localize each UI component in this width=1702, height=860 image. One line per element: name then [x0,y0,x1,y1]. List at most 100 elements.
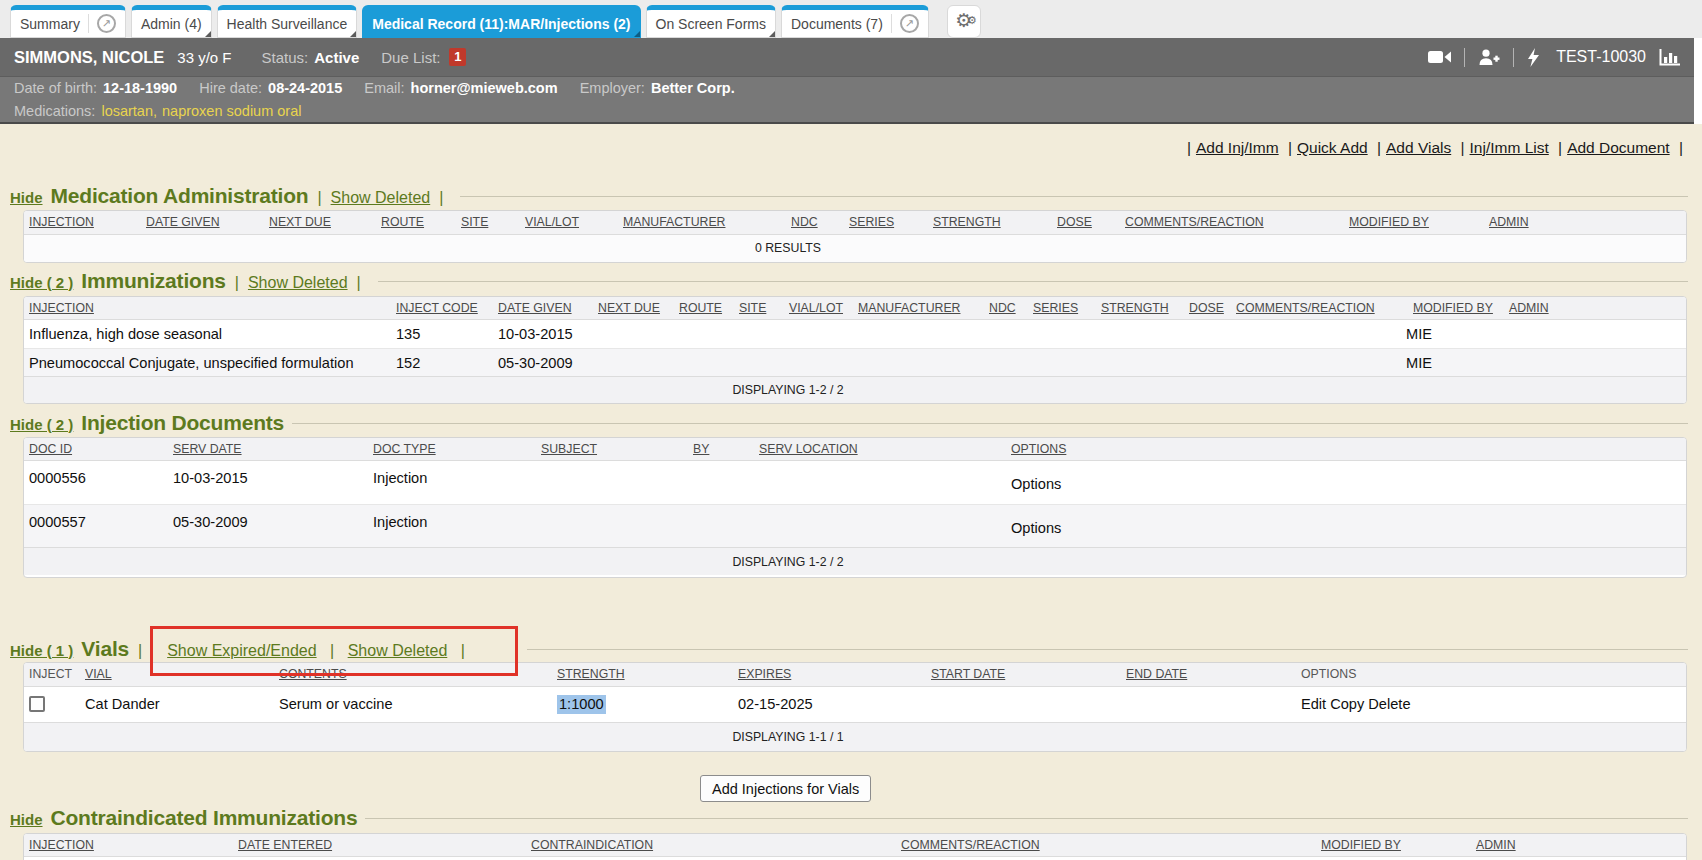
column-header[interactable]: ADMIN [1476,838,1516,852]
column-header[interactable]: INJECTION [29,215,94,229]
doc-id-cell: 0000556 [29,470,86,486]
add-document-link[interactable]: Add Document [1567,139,1670,156]
column-header[interactable]: COMMENTS/REACTION [1236,301,1375,315]
employer-value: Better Corp. [651,80,735,96]
column-header[interactable]: DOSE [1057,215,1092,229]
hide-injection-documents-link[interactable]: Hide ( 2 ) [10,416,73,433]
column-header[interactable]: DOC ID [29,442,72,456]
column-header[interactable]: STRENGTH [557,667,625,681]
column-header[interactable]: BY [693,442,709,456]
column-header[interactable]: NDC [791,215,818,229]
column-header[interactable]: DOSE [1189,301,1224,315]
column-header[interactable]: VIAL [85,667,112,681]
due-list-badge[interactable]: 1 [449,48,466,66]
column-header[interactable]: MODIFIED BY [1413,301,1493,315]
documents-popout-segment[interactable]: ↗ [891,14,919,33]
tab-admin[interactable]: Admin (4) [131,5,212,38]
column-header[interactable]: VIAL/LOT [789,301,843,315]
quick-add-link[interactable]: Quick Add [1297,139,1368,156]
options-link[interactable]: Options [1011,520,1061,536]
doc-type-cell: Injection [373,470,427,486]
add-inj-imm-link[interactable]: Add Inj/Imm [1196,139,1279,156]
column-header[interactable]: SERV DATE [173,442,242,456]
column-header[interactable]: COMMENTS/REACTION [901,838,1040,852]
patient-header-row1: SIMMONS, NICOLE 33 y/o F Status: Active … [0,38,1694,77]
settings-gear-button[interactable]: ⚙⚙ [947,5,981,38]
vial-checkbox[interactable] [29,696,45,712]
medication-link-naproxen[interactable]: naproxen sodium oral [162,103,301,119]
column-header[interactable]: ROUTE [679,301,722,315]
displaying-count: DISPLAYING 1-2 / 2 [23,377,1619,404]
column-header[interactable]: CONTRAINDICATION [531,838,653,852]
column-header[interactable]: INJECTION [29,301,94,315]
flowsheet-chart-icon[interactable] [1659,49,1680,66]
column-header[interactable]: MODIFIED BY [1321,838,1401,852]
hide-vials-link[interactable]: Hide ( 1 ) [10,642,73,659]
column-header[interactable]: NEXT DUE [598,301,660,315]
options-link[interactable]: Options [1011,476,1061,492]
show-deleted-med-admin-link[interactable]: Show Deleted [331,189,431,207]
quick-action-lightning-icon[interactable] [1527,48,1540,67]
popout-icon: ↗ [97,14,116,33]
summary-popout-segment[interactable]: ↗ [88,14,116,33]
column-header[interactable]: START DATE [931,667,1005,681]
column-header[interactable]: VIAL/LOT [525,215,579,229]
tab-documents[interactable]: Documents (7) ↗ [781,5,929,38]
column-header[interactable]: SUBJECT [541,442,597,456]
column-header[interactable]: SERIES [1033,301,1078,315]
column-header[interactable]: STRENGTH [933,215,1001,229]
hide-immunizations-link[interactable]: Hide ( 2 ) [10,274,73,291]
table-row: Cat Dander Serum or vaccine 1:1000 02-15… [24,687,1686,722]
medication-link-losartan[interactable]: losartan [101,103,153,119]
column-header[interactable]: DATE GIVEN [498,301,572,315]
hire-date-label: Hire date: [199,80,262,96]
action-links-bar: |Add Inj/Imm |Quick Add |Add Vials |Inj/… [1182,139,1688,157]
column-header[interactable]: SERIES [849,215,894,229]
hide-contraindicated-link[interactable]: Hide [10,811,43,828]
column-header[interactable]: ADMIN [1509,301,1549,315]
tab-medical-record-label: Medical Record (11):MAR/Injections (2) [372,16,630,32]
column-header[interactable]: MANUFACTURER [858,301,960,315]
column-header[interactable]: SITE [461,215,488,229]
column-header[interactable]: INJECT CODE [396,301,478,315]
injection-documents-table-header: DOC ID SERV DATE DOC TYPE SUBJECT BY SER… [24,438,1686,461]
column-header[interactable]: COMMENTS/REACTION [1125,215,1264,229]
column-header[interactable]: SITE [739,301,766,315]
tab-health-surveillance[interactable]: Health Surveillance [217,5,358,38]
column-header[interactable]: MODIFIED BY [1349,215,1429,229]
contraindicated-title: Contraindicated Immunizations [51,806,358,830]
column-header[interactable]: NDC [989,301,1016,315]
column-header[interactable]: END DATE [1126,667,1187,681]
injection-documents-table: DOC ID SERV DATE DOC TYPE SUBJECT BY SER… [23,437,1687,578]
column-header[interactable]: DATE ENTERED [238,838,332,852]
column-header[interactable]: ROUTE [381,215,424,229]
inj-imm-list-link[interactable]: Inj/Imm List [1470,139,1549,156]
tab-medical-record[interactable]: Medical Record (11):MAR/Injections (2) [362,5,640,38]
column-header[interactable]: SERV LOCATION [759,442,858,456]
video-call-icon[interactable] [1428,50,1451,64]
column-header[interactable]: OPTIONS [1011,442,1066,456]
column-header[interactable]: DATE GIVEN [146,215,220,229]
edit-copy-delete-links[interactable]: Edit Copy Delete [1301,687,1411,722]
table-row: 0000556 10-03-2015 Injection Options [24,461,1686,504]
hide-med-admin-link[interactable]: Hide [10,189,43,206]
column-header[interactable]: ADMIN [1489,215,1529,229]
strength-cell-highlighted: 1:1000 [557,695,606,714]
column-header[interactable]: STRENGTH [1101,301,1169,315]
add-vials-link[interactable]: Add Vials [1386,139,1451,156]
column-header[interactable]: DOC TYPE [373,442,436,456]
tab-dropdown-caret-icon [205,31,211,37]
tab-on-screen-forms[interactable]: On Screen Forms [646,5,776,38]
immunizations-table-header: INJECTION INJECT CODE DATE GIVEN NEXT DU… [24,297,1686,320]
column-header[interactable]: EXPIRES [738,667,791,681]
tab-summary[interactable]: Summary ↗ [10,5,126,38]
column-header[interactable]: NEXT DUE [269,215,331,229]
section-header-vials: Hide ( 1 ) Vials | Show Expired/Ended | … [10,637,1688,661]
add-injections-for-vials-button[interactable]: Add Injections for Vials [700,775,871,802]
section-rule [527,649,1688,650]
add-user-icon[interactable] [1478,49,1500,65]
column-header[interactable]: MANUFACTURER [623,215,725,229]
column-header[interactable]: INJECTION [29,838,94,852]
show-deleted-immunizations-link[interactable]: Show Deleted [248,274,348,292]
tab-on-screen-forms-label: On Screen Forms [656,16,766,32]
